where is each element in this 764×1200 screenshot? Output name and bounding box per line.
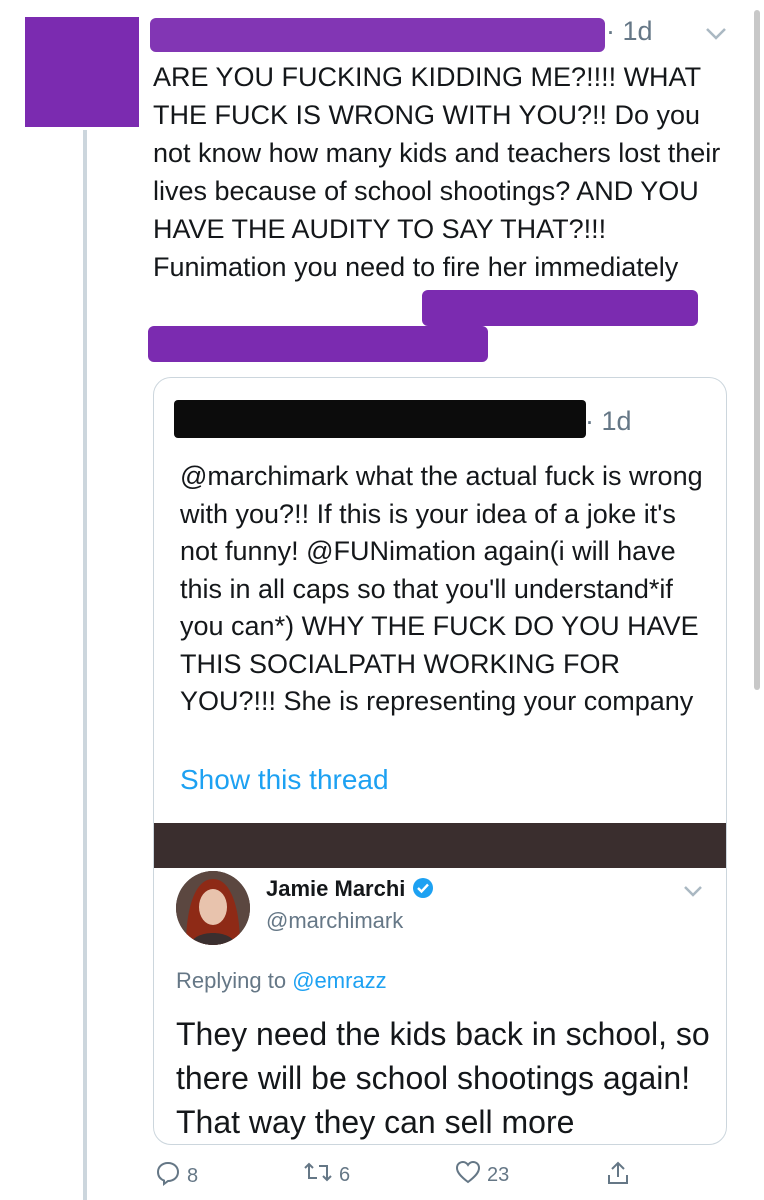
quoted-author-redacted[interactable] (174, 400, 586, 438)
heart-icon (455, 1160, 481, 1190)
media-divider (154, 823, 726, 868)
chevron-down-icon[interactable] (704, 22, 728, 48)
share-icon (606, 1160, 630, 1192)
avatar-redacted[interactable] (25, 17, 139, 127)
replying-label: Replying to (176, 968, 287, 993)
avatar[interactable] (176, 871, 250, 945)
thread-line (83, 130, 87, 1200)
retweet-icon (303, 1160, 333, 1190)
chevron-down-icon[interactable] (682, 878, 704, 904)
show-thread-link[interactable]: Show this thread (180, 764, 389, 796)
mention-redacted[interactable] (422, 290, 698, 326)
quoted-timestamp: · 1d (585, 406, 632, 436)
reply-icon (155, 1160, 181, 1192)
reply-count: 8 (187, 1164, 199, 1187)
mention-redacted[interactable] (148, 326, 488, 362)
like-button[interactable]: 23 (455, 1160, 509, 1190)
scrollbar[interactable] (754, 10, 760, 690)
like-count: 23 (487, 1163, 510, 1186)
tweet-actions: 8 6 23 (0, 1160, 764, 1200)
quoted-tweet-text: @marchimark what the actual fuck is wron… (180, 461, 703, 716)
retweet-button[interactable]: 6 (303, 1160, 350, 1190)
display-name[interactable]: Jamie Marchi (266, 876, 434, 905)
author-name-redacted[interactable] (150, 18, 605, 52)
embedded-tweet-text: They need the kids back in school, so th… (176, 1016, 710, 1140)
display-name-text: Jamie Marchi (266, 876, 406, 901)
replying-to: Replying to @emrazz (176, 968, 387, 994)
verified-badge-icon (412, 877, 434, 905)
share-button[interactable] (606, 1160, 630, 1192)
quoted-tweet-card[interactable]: · 1d @marchimark what the actual fuck is… (153, 377, 727, 1145)
retweet-count: 6 (339, 1163, 351, 1186)
tweet-timestamp[interactable]: · 1d (606, 16, 653, 47)
user-handle[interactable]: @marchimark (266, 908, 403, 934)
tweet-text: ARE YOU FUCKING KIDDING ME?!!!! WHAT THE… (153, 62, 721, 282)
reply-button[interactable]: 8 (155, 1160, 198, 1192)
replying-handle-link[interactable]: @emrazz (292, 968, 386, 993)
